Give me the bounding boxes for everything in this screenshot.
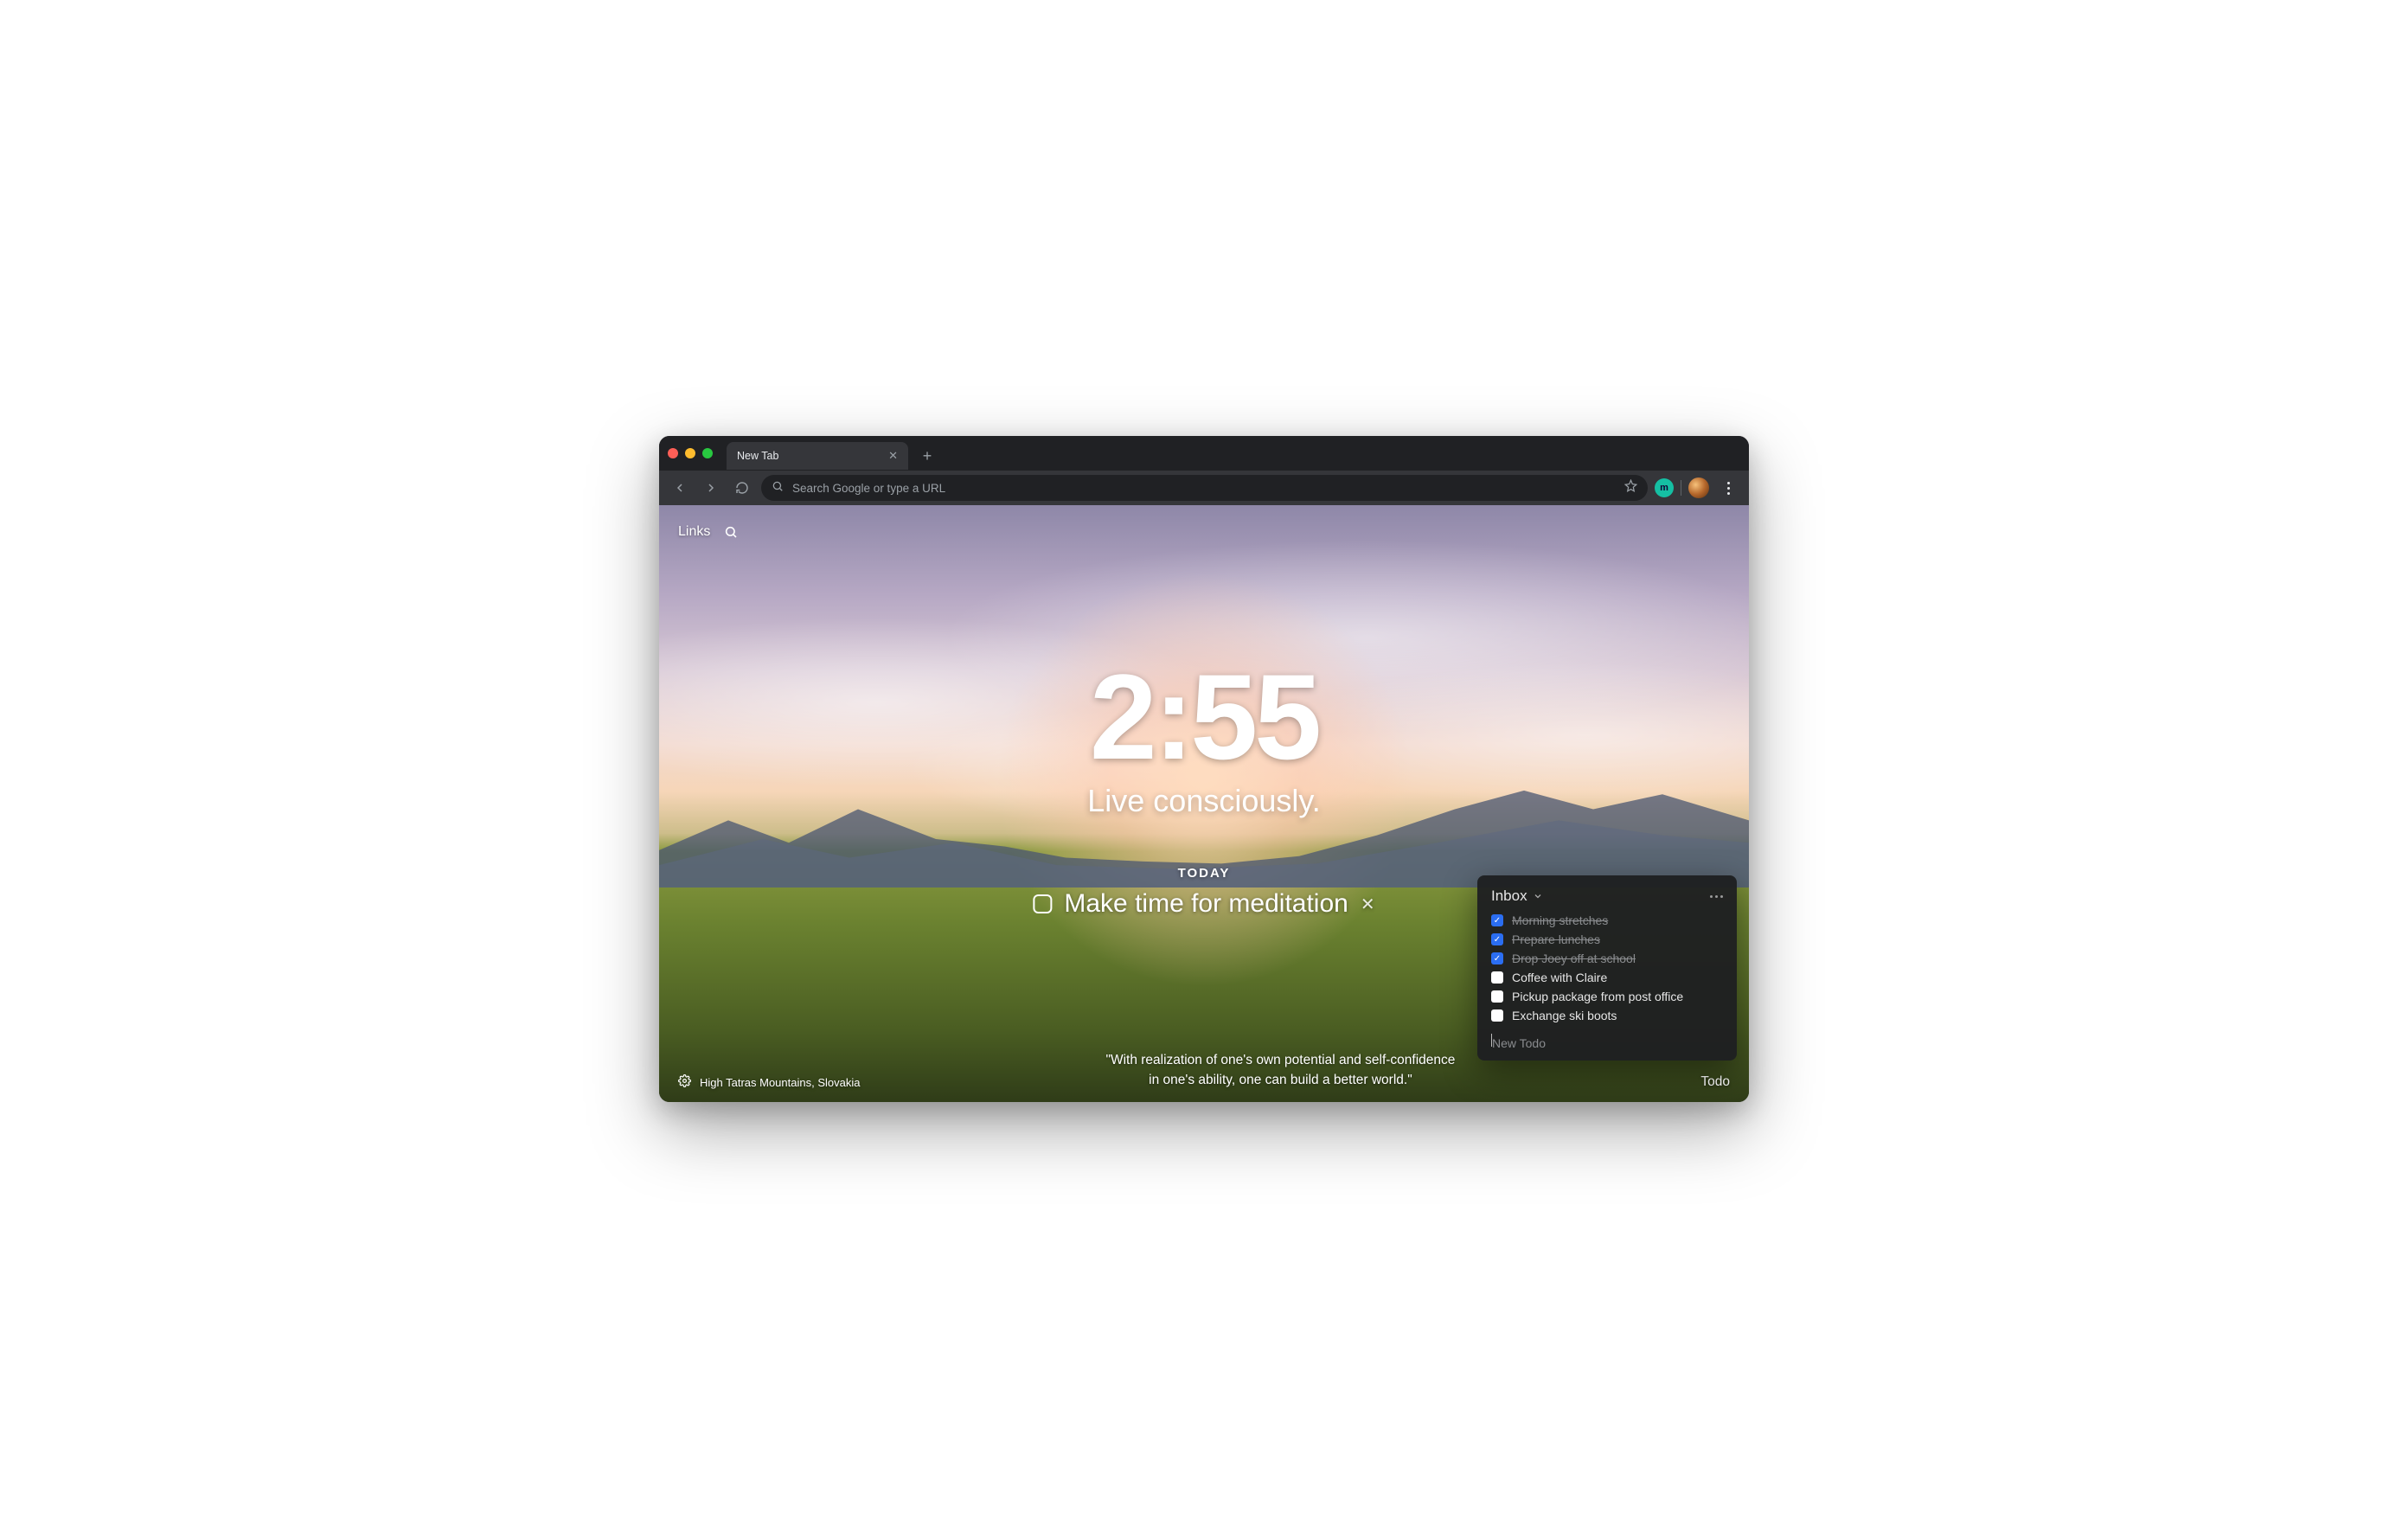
focus-text[interactable]: Make time for meditation xyxy=(1064,889,1348,919)
search-button[interactable] xyxy=(724,525,738,539)
focus-label: TODAY xyxy=(1033,866,1374,881)
bookmark-star-icon[interactable] xyxy=(1624,479,1637,497)
new-todo-input[interactable] xyxy=(1492,1036,1723,1050)
tab-title: New Tab xyxy=(737,450,778,462)
address-bar[interactable] xyxy=(761,475,1648,501)
todo-item[interactable]: ✓ Morning stretches xyxy=(1491,913,1723,927)
todo-checkbox[interactable] xyxy=(1491,1009,1503,1022)
chevron-down-icon xyxy=(1533,891,1543,901)
todo-checkbox[interactable]: ✓ xyxy=(1491,914,1503,926)
photo-info[interactable]: High Tatras Mountains, Slovakia xyxy=(678,1074,860,1090)
center-content: 2:55 Live consciously. xyxy=(1087,657,1320,819)
focus-section: TODAY Make time for meditation ✕ xyxy=(1033,866,1374,919)
browser-menu-button[interactable] xyxy=(1716,476,1740,500)
window-controls xyxy=(668,448,713,458)
todo-more-button[interactable] xyxy=(1710,895,1723,898)
quote-line-1: "With realization of one's own potential… xyxy=(1105,1051,1455,1070)
todo-item-label: Morning stretches xyxy=(1512,913,1608,927)
back-button[interactable] xyxy=(668,476,692,500)
links-button[interactable]: Links xyxy=(678,524,710,540)
gear-icon[interactable] xyxy=(678,1074,691,1090)
profile-avatar[interactable] xyxy=(1688,477,1709,498)
mantra: Live consciously. xyxy=(1087,783,1320,819)
todo-item-label: Exchange ski boots xyxy=(1512,1009,1617,1022)
photo-location: High Tatras Mountains, Slovakia xyxy=(700,1076,860,1089)
tab-bar: New Tab ✕ + xyxy=(659,436,1749,471)
address-input[interactable] xyxy=(792,482,1616,495)
close-window-button[interactable] xyxy=(668,448,678,458)
new-tab-page: Links 2:55 Live consciously. TODAY Make … xyxy=(659,505,1749,1102)
todo-checkbox[interactable]: ✓ xyxy=(1491,952,1503,964)
todo-item[interactable]: ✓ Drop Joey off at school xyxy=(1491,952,1723,965)
browser-toolbar: m xyxy=(659,471,1749,505)
todo-item[interactable]: Exchange ski boots xyxy=(1491,1009,1723,1022)
fullscreen-window-button[interactable] xyxy=(702,448,713,458)
todo-checkbox[interactable] xyxy=(1491,990,1503,1003)
todo-list: ✓ Morning stretches ✓ Prepare lunches ✓ Drop … xyxy=(1491,913,1723,1022)
focus-clear-icon[interactable]: ✕ xyxy=(1361,894,1375,915)
todo-list-title: Inbox xyxy=(1491,888,1527,905)
reload-button[interactable] xyxy=(730,476,754,500)
todo-item[interactable]: ✓ Prepare lunches xyxy=(1491,932,1723,946)
todo-item-label: Prepare lunches xyxy=(1512,932,1600,946)
top-nav: Links xyxy=(678,524,738,540)
search-icon xyxy=(772,480,784,497)
extension-avatar[interactable]: m xyxy=(1655,478,1674,497)
todo-item[interactable]: Coffee with Claire xyxy=(1491,971,1723,984)
new-tab-button[interactable]: + xyxy=(915,444,939,468)
minimize-window-button[interactable] xyxy=(685,448,695,458)
todo-list-selector[interactable]: Inbox xyxy=(1491,888,1543,905)
todo-item[interactable]: Pickup package from post office xyxy=(1491,990,1723,1003)
close-tab-icon[interactable]: ✕ xyxy=(888,449,898,463)
todo-toggle[interactable]: Todo xyxy=(1700,1074,1730,1090)
todo-panel: Inbox ✓ Morning stretches ✓ Prepare lunches… xyxy=(1477,875,1737,1061)
clock: 2:55 xyxy=(1087,657,1320,778)
forward-button[interactable] xyxy=(699,476,723,500)
browser-window: New Tab ✕ + m xyxy=(659,436,1749,1102)
todo-checkbox[interactable]: ✓ xyxy=(1491,933,1503,945)
todo-checkbox[interactable] xyxy=(1491,971,1503,984)
focus-checkbox[interactable] xyxy=(1033,894,1052,913)
quote-line-2: in one's ability, one can build a better… xyxy=(1105,1071,1455,1090)
quote[interactable]: "With realization of one's own potential… xyxy=(1105,1051,1455,1090)
todo-item-label: Drop Joey off at school xyxy=(1512,952,1636,965)
browser-tab[interactable]: New Tab ✕ xyxy=(727,442,908,470)
todo-item-label: Coffee with Claire xyxy=(1512,971,1607,984)
todo-item-label: Pickup package from post office xyxy=(1512,990,1683,1003)
